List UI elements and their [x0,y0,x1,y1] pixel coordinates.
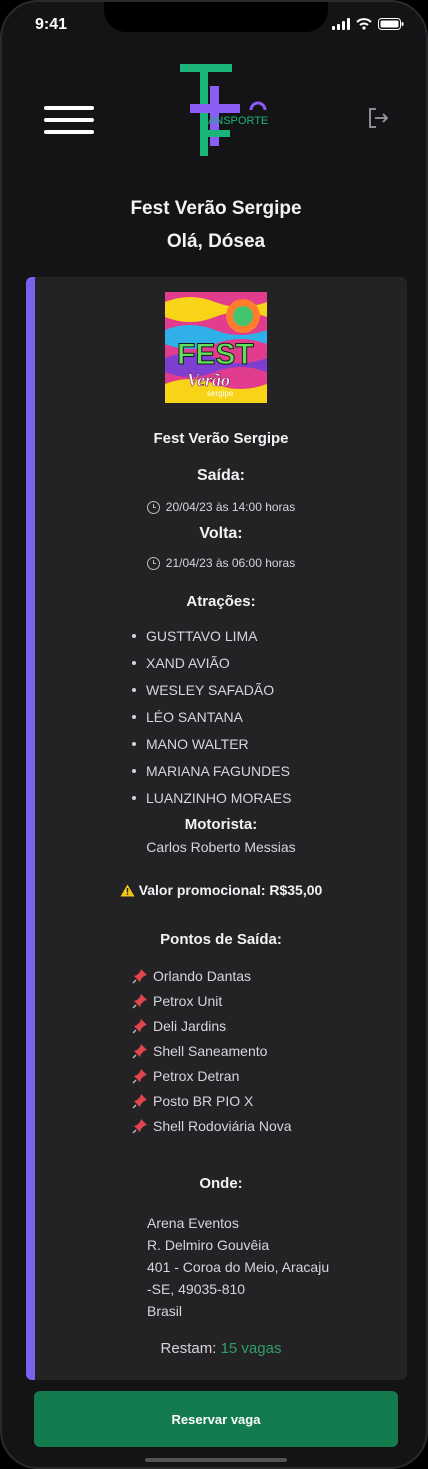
address-block: Arena Eventos R. Delmiro Gouvêia 401 - C… [147,1212,329,1322]
promo-price: Valor promocional: R$35,00 [138,882,323,898]
warning-icon [120,884,135,896]
return-datetime: 21/04/23 às 06:00 horas [165,556,296,570]
hamburger-icon-line [44,130,94,134]
reserve-button[interactable]: Reservar vaga [34,1391,398,1447]
svg-text:Verão: Verão [187,370,230,390]
pickup-label: Pontos de Saída: [160,931,282,948]
battery-icon [378,18,404,30]
attractions-label: Atrações: [186,593,256,610]
list-item: Orlando Dantas [132,963,292,988]
logout-button[interactable] [366,106,390,130]
page-title: Fest Verão Sergipe [130,198,302,219]
card-accent-bar [26,277,35,1380]
svg-text:sergipe: sergipe [207,389,234,398]
remaining-label: Restam: [160,1340,217,1357]
event-card: FEST Verão sergipe Fest Verão Sergipe Sa… [26,277,407,1380]
home-indicator [145,1458,287,1462]
pushpin-icon [132,1018,147,1033]
list-item: GUSTTAVO LIMA [132,622,291,649]
address-line: R. Delmiro Gouvêia [147,1237,270,1253]
remaining-spots: Restam: 15 vagas [35,1340,407,1357]
where-label: Onde: [199,1175,243,1192]
phone-screen: 9:41 RANSPORTE Fest Verão Sergipe Olá, D… [0,0,428,1469]
list-item: XAND AVIÃO [132,649,291,676]
list-item: Posto BR PIO X [132,1088,292,1113]
pushpin-icon [132,1118,147,1133]
list-item: WESLEY SAFADÃO [132,676,291,703]
signal-icon [332,18,350,30]
driver-name: Carlos Roberto Messias [146,839,296,855]
pushpin-icon [132,968,147,983]
address-line: 401 - Coroa do Meio, Aracaju [147,1259,330,1275]
clock-icon [146,556,160,570]
pushpin-icon [132,993,147,1008]
list-item: Shell Rodoviária Nova [132,1113,292,1138]
list-item: LÉO SANTANA [132,703,291,730]
list-item: LUANZINHO MORAES [132,784,291,811]
departure-row: 20/04/23 às 14:00 horas [35,500,407,514]
hamburger-icon-line [44,118,94,122]
svg-text:RANSPORTE: RANSPORTE [200,115,268,127]
attractions-list: GUSTTAVO LIMA XAND AVIÃO WESLEY SAFADÃO … [132,622,291,811]
status-time: 9:41 [35,16,68,33]
pushpin-icon [132,1093,147,1108]
wifi-icon [356,18,372,30]
promo-row: Valor promocional: R$35,00 [35,882,407,898]
list-item: MANO WALTER [132,730,291,757]
greeting: Olá, Dósea [166,231,266,252]
address-line: -SE, 49035-810 [147,1281,246,1297]
event-name: Fest Verão Sergipe [153,430,289,447]
pushpin-icon [132,1043,147,1058]
remaining-value: 15 vagas [220,1340,282,1357]
return-label: Volta: [199,525,243,542]
transporte-logo: RANSPORTE [180,64,268,156]
address-line: Arena Eventos [147,1215,239,1231]
pushpin-icon [132,1068,147,1083]
menu-button[interactable] [44,106,94,136]
hamburger-icon [44,106,94,110]
svg-text:FEST: FEST [177,338,254,371]
event-poster-image: FEST Verão sergipe [165,292,267,403]
list-item: Petrox Unit [132,988,292,1013]
pickup-points-list: Orlando Dantas Petrox Unit Deli Jardins … [132,963,292,1138]
list-item: Petrox Detran [132,1063,292,1088]
driver-label: Motorista: [184,816,258,833]
list-item: Shell Saneamento [132,1038,292,1063]
status-icons [332,18,404,30]
list-item: Deli Jardins [132,1013,292,1038]
list-item: MARIANA FAGUNDES [132,757,291,784]
return-row: 21/04/23 às 06:00 horas [35,556,407,570]
clock-icon [146,500,160,514]
notch [104,2,328,32]
departure-datetime: 20/04/23 às 14:00 horas [165,500,296,514]
address-line: Brasil [147,1303,183,1319]
departure-label: Saída: [196,467,245,484]
